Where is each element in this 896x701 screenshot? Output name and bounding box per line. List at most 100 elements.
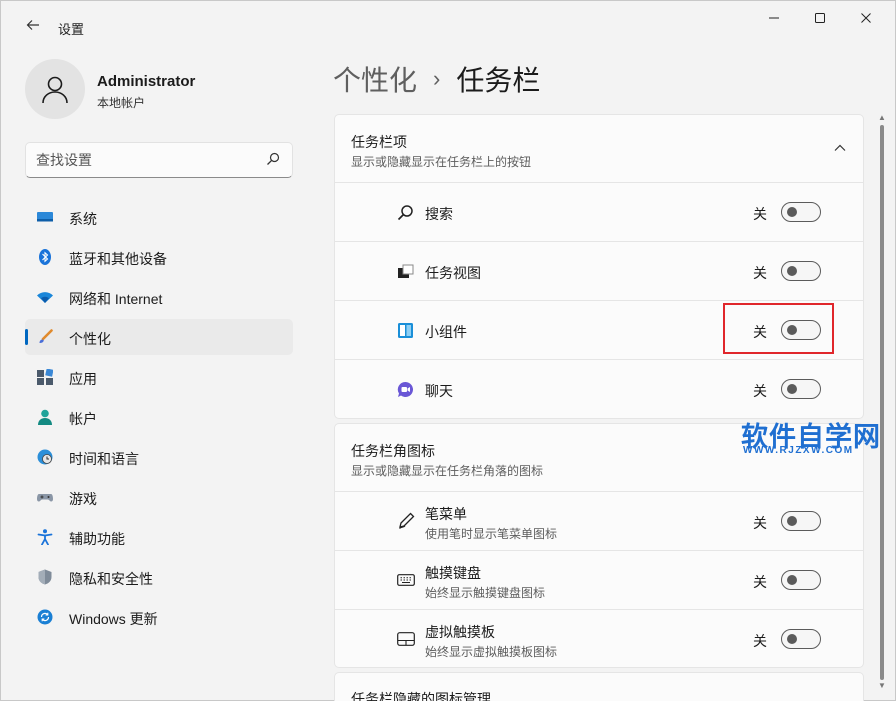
sidebar-item-label: Windows 更新 [69, 611, 158, 627]
sidebar-item-label: 应用 [69, 371, 97, 387]
sidebar-item-personalization[interactable]: 个性化 [25, 319, 293, 355]
sidebar-item-label: 网络和 Internet [69, 291, 163, 307]
setting-label: 笔菜单 [425, 506, 467, 522]
widgets-icon [397, 322, 414, 339]
keyboard-icon [397, 571, 415, 588]
touchpad-icon [397, 630, 415, 647]
setting-row-chat: 聊天 关 [335, 360, 863, 418]
highlight-annotation [723, 303, 834, 354]
close-icon [861, 13, 871, 23]
section-title: 任务栏角图标 [351, 443, 435, 459]
toggle-state-label: 关 [753, 633, 767, 649]
breadcrumb: 个性化 › 任务栏 [333, 59, 540, 99]
touch-keyboard-toggle[interactable] [781, 570, 821, 590]
toggle-state-label: 关 [753, 383, 767, 399]
toggle-state-label: 关 [753, 515, 767, 531]
sidebar-item-label: 隐私和安全性 [69, 571, 153, 587]
minimize-icon [769, 17, 779, 19]
user-name: Administrator [97, 73, 196, 90]
sidebar-item-system[interactable]: 系统 [25, 199, 293, 235]
sidebar-item-time-language[interactable]: 时间和语言 [25, 439, 293, 475]
scroll-thumb[interactable] [880, 125, 884, 680]
scroll-up-icon[interactable]: ▲ [878, 113, 886, 122]
section-subtitle: 显示或隐藏显示在任务栏上的按钮 [351, 155, 532, 169]
setting-label: 小组件 [425, 324, 467, 340]
watermark-url: WWW.RJZXW.COM [743, 445, 854, 456]
app-title: 设置 [58, 22, 85, 37]
setting-label: 搜索 [425, 206, 453, 222]
setting-row-virtual-touchpad: 虚拟触摸板 始终显示虚拟触摸板图标 关 [335, 610, 863, 667]
sidebar-nav: 系统 蓝牙和其他设备 网络和 Internet 个性化 应用 帐户 时间和语言 … [25, 199, 293, 639]
sidebar-item-accessibility[interactable]: 辅助功能 [25, 519, 293, 555]
sidebar-item-network[interactable]: 网络和 Internet [25, 279, 293, 315]
settings-window: 设置 Administrator 本地帐户 查找设置 系统 蓝牙和其他设备 网络… [0, 0, 896, 701]
pen-menu-toggle[interactable] [781, 511, 821, 531]
hidden-icons-section[interactable]: 任务栏隐藏的图标管理 [334, 672, 864, 701]
search-toggle[interactable] [781, 202, 821, 222]
chat-icon [397, 381, 414, 398]
sidebar-item-apps[interactable]: 应用 [25, 359, 293, 395]
sidebar-item-windows-update[interactable]: Windows 更新 [25, 599, 293, 635]
search-icon [397, 204, 414, 221]
wifi-icon [37, 289, 53, 305]
task-view-toggle[interactable] [781, 261, 821, 281]
chevron-up-icon[interactable] [833, 141, 847, 155]
taskbar-items-section: 任务栏项 显示或隐藏显示在任务栏上的按钮 搜索 关 任务视图 关 小组件 关 聊… [334, 114, 864, 419]
setting-row-task-view: 任务视图 关 [335, 242, 863, 301]
task-view-icon [397, 263, 414, 280]
globe-clock-icon [37, 449, 53, 465]
breadcrumb-parent[interactable]: 个性化 [333, 59, 417, 99]
page-title: 任务栏 [456, 65, 541, 96]
corner-icons-section: 任务栏角图标 显示或隐藏显示在任务栏角落的图标 笔菜单 使用笔时显示笔菜单图标 … [334, 423, 864, 668]
back-button[interactable] [15, 11, 51, 39]
bluetooth-icon [37, 249, 53, 265]
sidebar-item-label: 个性化 [69, 331, 111, 347]
sidebar-item-accounts[interactable]: 帐户 [25, 399, 293, 435]
search-box[interactable] [25, 142, 293, 178]
sidebar-item-label: 辅助功能 [69, 531, 125, 547]
scroll-down-icon[interactable]: ▼ [878, 681, 886, 690]
account-icon [37, 409, 53, 425]
setting-row-search: 搜索 关 [335, 183, 863, 242]
taskbar-items-header[interactable]: 任务栏项 显示或隐藏显示在任务栏上的按钮 [335, 115, 863, 183]
search-input[interactable] [36, 143, 256, 177]
setting-label: 聊天 [425, 383, 453, 399]
toggle-state-label: 关 [753, 574, 767, 590]
virtual-touchpad-toggle[interactable] [781, 629, 821, 649]
section-title: 任务栏项 [351, 134, 407, 150]
chat-toggle[interactable] [781, 379, 821, 399]
user-icon [42, 76, 68, 104]
shield-icon [37, 569, 53, 585]
sidebar-item-bluetooth[interactable]: 蓝牙和其他设备 [25, 239, 293, 275]
sidebar-item-label: 帐户 [69, 411, 97, 427]
apps-icon [37, 368, 54, 385]
setting-description: 始终显示触摸键盘图标 [425, 586, 546, 600]
avatar [25, 59, 85, 119]
setting-label: 虚拟触摸板 [425, 624, 495, 640]
sidebar-item-label: 游戏 [69, 491, 97, 507]
toggle-state-label: 关 [753, 206, 767, 222]
title-bar: 设置 [1, 1, 895, 45]
setting-description: 始终显示虚拟触摸板图标 [425, 645, 558, 659]
setting-label: 触摸键盘 [425, 565, 481, 581]
maximize-button[interactable] [797, 1, 843, 35]
account-type: 本地帐户 [97, 96, 146, 110]
section-subtitle: 显示或隐藏显示在任务栏角落的图标 [351, 464, 544, 478]
gamepad-icon [37, 489, 53, 505]
sidebar-item-label: 时间和语言 [69, 451, 139, 467]
system-icon [37, 209, 53, 225]
user-profile[interactable]: Administrator 本地帐户 [25, 59, 295, 121]
sidebar-item-label: 系统 [69, 211, 97, 227]
close-button[interactable] [843, 1, 889, 35]
sidebar-item-privacy[interactable]: 隐私和安全性 [25, 559, 293, 595]
toggle-state-label: 关 [753, 265, 767, 281]
brush-icon [37, 329, 53, 345]
search-icon[interactable] [266, 152, 282, 168]
section-title: 任务栏隐藏的图标管理 [351, 691, 491, 701]
sidebar-item-gaming[interactable]: 游戏 [25, 479, 293, 515]
minimize-button[interactable] [751, 1, 797, 35]
accessibility-icon [37, 529, 53, 546]
sidebar-item-label: 蓝牙和其他设备 [69, 251, 167, 267]
breadcrumb-separator: › [433, 66, 441, 91]
scrollbar[interactable]: ▲ ▼ [877, 113, 887, 693]
